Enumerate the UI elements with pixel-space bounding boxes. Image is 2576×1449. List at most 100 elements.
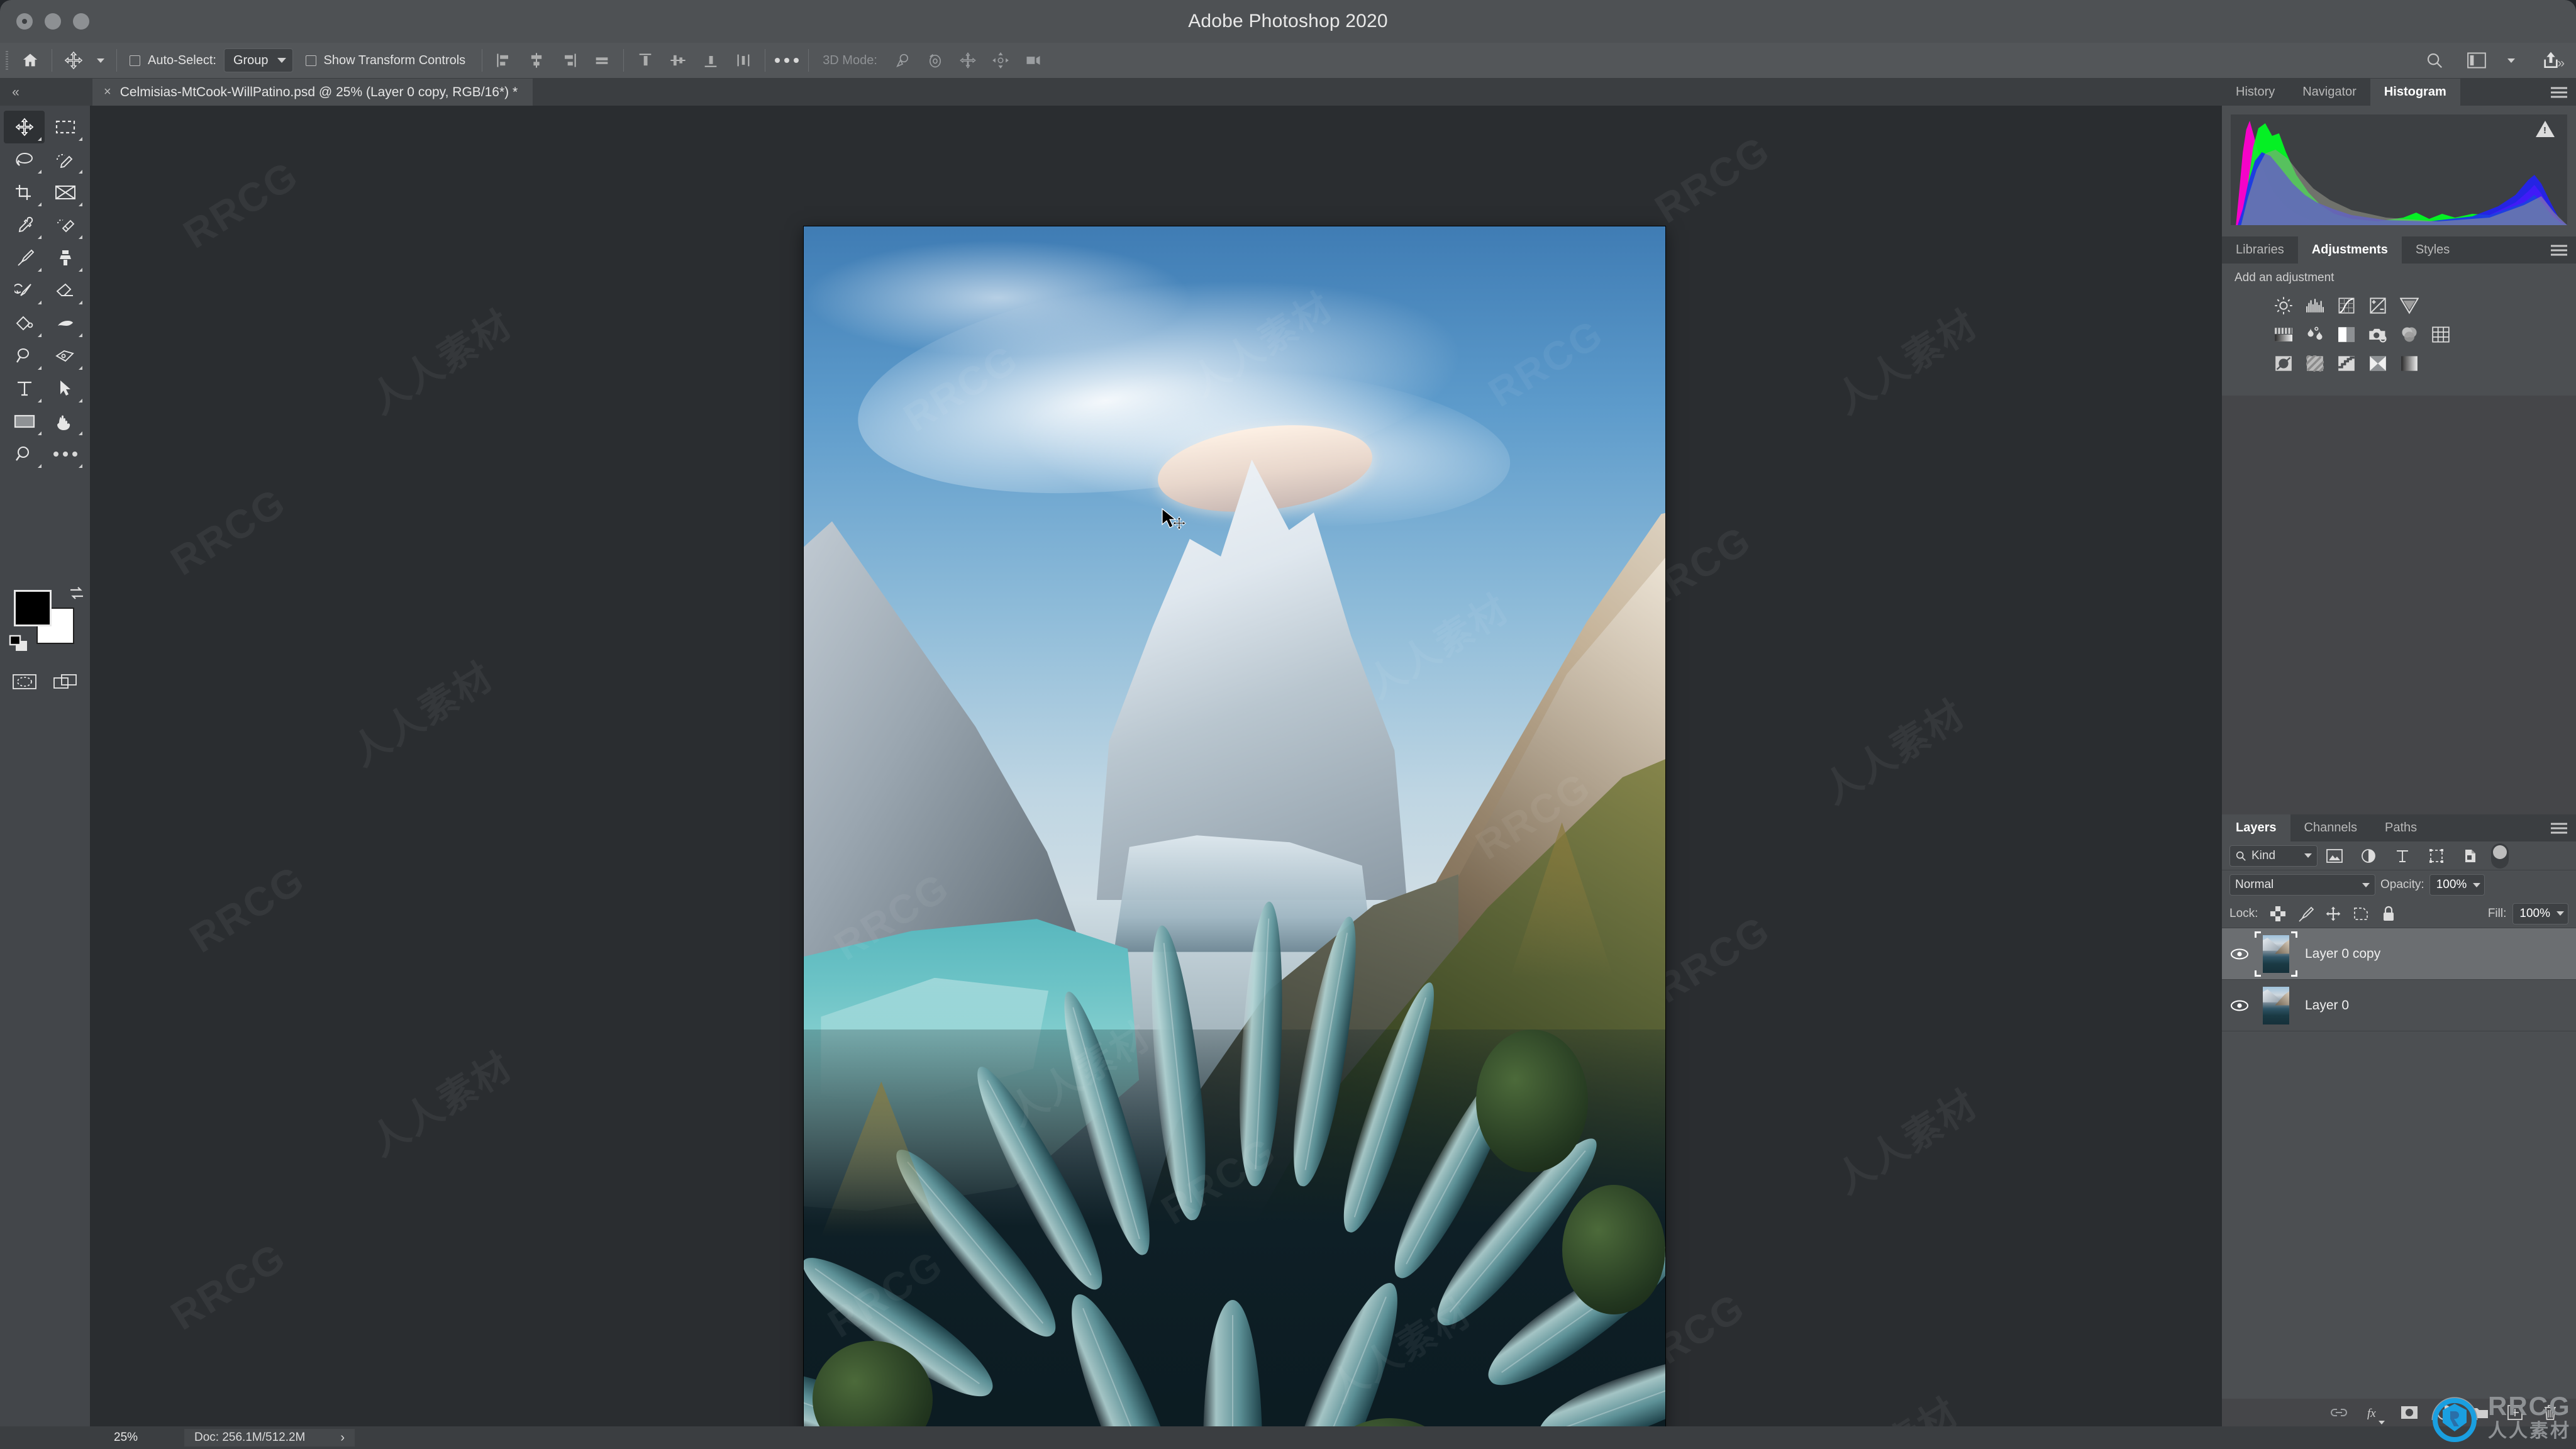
cached-data-warning-icon[interactable] — [2536, 121, 2555, 137]
foreground-color-swatch[interactable] — [14, 590, 52, 626]
layer-thumbnail[interactable] — [2255, 931, 2297, 977]
lasso-tool[interactable] — [4, 143, 45, 176]
default-colors-icon[interactable] — [9, 635, 30, 657]
spot-healing-brush-tool[interactable] — [45, 209, 86, 242]
hand-tool[interactable] — [45, 405, 86, 438]
crop-tool[interactable] — [4, 176, 45, 209]
clone-stamp-tool[interactable] — [45, 242, 86, 274]
workspace-icon[interactable] — [2457, 43, 2497, 79]
layer-name[interactable]: Layer 0 copy — [2295, 947, 2380, 962]
swap-colors-icon[interactable] — [68, 586, 86, 604]
show-transform-controls-checkbox[interactable] — [305, 55, 316, 66]
posterize-icon[interactable] — [2302, 353, 2328, 374]
3d-rotate-icon[interactable] — [886, 43, 919, 79]
chevron-down-icon[interactable] — [2557, 911, 2564, 916]
filter-enable-toggle[interactable] — [2491, 843, 2509, 869]
search-icon[interactable] — [2412, 43, 2457, 79]
brightness-contrast-icon[interactable] — [2271, 295, 2296, 316]
maximize-window-button[interactable] — [73, 13, 89, 30]
distribute-bottom-icon[interactable] — [694, 43, 727, 79]
dodge-tool[interactable] — [4, 340, 45, 372]
fill-field[interactable]: 100% — [2512, 902, 2568, 924]
rectangular-marquee-tool[interactable] — [45, 111, 86, 143]
eyedropper-tool[interactable] — [4, 209, 45, 242]
brush-tool[interactable] — [4, 242, 45, 274]
tab-histogram[interactable]: Histogram — [2370, 79, 2460, 106]
tab-adjustments[interactable]: Adjustments — [2297, 236, 2402, 264]
invert-icon[interactable] — [2271, 353, 2296, 374]
document-canvas[interactable]: RRCG 人人素材 RRCG RRCG 人人素材 RRCG 人人素材 RRCG … — [804, 226, 1665, 1426]
selective-color-icon[interactable] — [2397, 353, 2422, 374]
lock-position-icon[interactable] — [2319, 906, 2347, 922]
blend-mode-dropdown[interactable]: Normal — [2229, 874, 2375, 896]
table-row[interactable]: Layer 0 — [2222, 980, 2576, 1031]
filter-shape-icon[interactable] — [2419, 848, 2453, 863]
distribute-horizontal-icon[interactable] — [727, 43, 760, 79]
tab-libraries[interactable]: Libraries — [2222, 236, 2298, 264]
chevron-down-icon[interactable] — [2497, 43, 2526, 79]
color-balance-icon[interactable] — [2302, 324, 2328, 345]
close-icon[interactable]: × — [104, 85, 111, 99]
hue-saturation-icon[interactable] — [2271, 324, 2296, 345]
layer-name[interactable]: Layer 0 — [2295, 998, 2349, 1013]
link-layers-icon[interactable] — [2329, 1403, 2348, 1422]
tab-navigator[interactable]: Navigator — [2289, 79, 2370, 106]
panel-menu-icon[interactable] — [2551, 242, 2567, 258]
layer-filter-kind-dropdown[interactable]: Kind — [2229, 845, 2318, 867]
pen-tool[interactable] — [45, 340, 86, 372]
move-tool[interactable] — [4, 111, 45, 143]
gradient-map-icon[interactable] — [2365, 353, 2390, 374]
filter-type-icon[interactable] — [2385, 848, 2419, 863]
window-controls[interactable] — [16, 13, 89, 30]
panel-menu-icon[interactable] — [2551, 820, 2567, 836]
distribute-vertical-centers-icon[interactable] — [662, 43, 694, 79]
move-tool-icon[interactable] — [57, 43, 90, 79]
layer-thumbnail[interactable] — [2257, 985, 2295, 1026]
tab-layers[interactable]: Layers — [2222, 814, 2290, 841]
3d-pan-icon[interactable] — [952, 43, 984, 79]
table-row[interactable]: Layer 0 copy — [2222, 928, 2576, 980]
add-layer-mask-icon[interactable] — [2400, 1403, 2419, 1422]
zoom-level-field[interactable]: 25% — [90, 1426, 184, 1449]
quick-mask-icon[interactable] — [4, 665, 45, 698]
history-brush-tool[interactable] — [4, 274, 45, 307]
eye-icon[interactable] — [2222, 948, 2257, 960]
home-icon[interactable] — [14, 43, 47, 79]
distribute-top-icon[interactable] — [629, 43, 662, 79]
vibrance-icon[interactable] — [2397, 295, 2422, 316]
3d-scale-icon[interactable] — [1017, 43, 1050, 79]
lock-all-icon[interactable] — [2375, 906, 2402, 922]
black-white-icon[interactable] — [2334, 324, 2359, 345]
chevron-right-icon[interactable]: › — [340, 1431, 345, 1445]
zoom-tool[interactable] — [4, 438, 45, 470]
layer-style-fx-icon[interactable]: fx — [2365, 1403, 2385, 1424]
quick-selection-tool[interactable] — [45, 143, 86, 176]
canvas-workspace[interactable]: RRCG 人人素材 RRCG 人人素材 RRCG 人人素材 RRCG RRCG … — [90, 106, 2222, 1426]
threshold-icon[interactable] — [2334, 353, 2359, 374]
document-info[interactable]: Doc: 256.1M/512.2M › — [184, 1429, 355, 1446]
tab-history[interactable]: History — [2222, 79, 2289, 106]
close-window-button[interactable] — [16, 13, 33, 30]
auto-select-scope-dropdown[interactable]: Group — [223, 48, 293, 72]
3d-roll-icon[interactable] — [919, 43, 952, 79]
options-bar-grip[interactable] — [0, 43, 14, 79]
photo-filter-icon[interactable] — [2365, 324, 2390, 345]
screen-mode-icon[interactable] — [45, 665, 86, 698]
eraser-tool[interactable] — [45, 274, 86, 307]
tab-styles[interactable]: Styles — [2401, 236, 2464, 264]
document-tab[interactable]: × Celmisias-MtCook-WillPatino.psd @ 25% … — [92, 79, 533, 106]
opacity-field[interactable]: 100% — [2429, 874, 2485, 896]
eye-icon[interactable] — [2222, 999, 2257, 1012]
path-selection-tool[interactable] — [45, 372, 86, 405]
gradient-tool[interactable] — [4, 307, 45, 340]
curves-icon[interactable] — [2334, 295, 2359, 316]
collapse-panels-icon[interactable]: « — [5, 79, 26, 106]
chevron-down-icon[interactable] — [2473, 882, 2481, 887]
color-lookup-icon[interactable] — [2428, 324, 2453, 345]
more-options-button[interactable] — [770, 43, 803, 79]
share-icon[interactable] — [2526, 43, 2576, 79]
lock-transparent-pixels-icon[interactable] — [2264, 906, 2292, 921]
tool-preset-chevron-icon[interactable] — [90, 43, 111, 79]
panel-menu-icon[interactable] — [2551, 84, 2567, 100]
expand-panels-icon[interactable]: » — [2557, 56, 2565, 71]
